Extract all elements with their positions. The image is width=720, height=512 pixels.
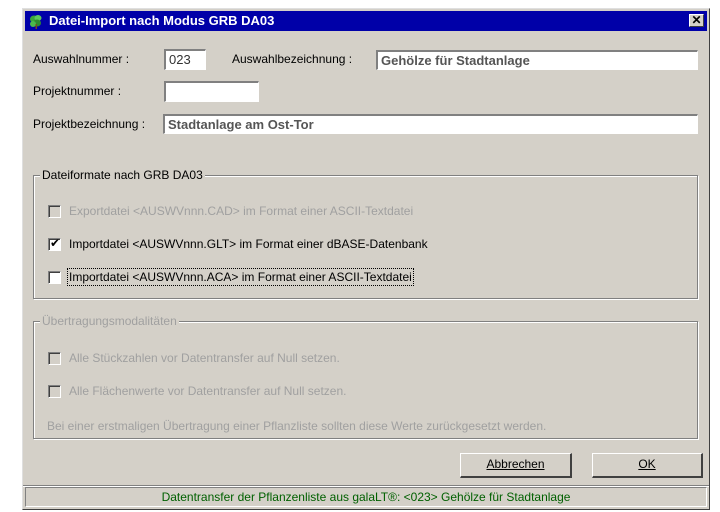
auswahlnummer-label: Auswahlnummer : (33, 52, 130, 66)
import-glt-label[interactable]: Importdatei <AUSWVnnn.GLT> im Format ein… (69, 237, 428, 251)
projektbezeichnung-label: Projektbezeichnung : (33, 117, 146, 131)
import-glt-option[interactable]: ✔ Importdatei <AUSWVnnn.GLT> im Format e… (48, 235, 428, 251)
import-aca-option[interactable]: Importdatei <AUSWVnnn.ACA> im Format ein… (48, 268, 414, 286)
cancel-button-label: Abbrechen (486, 457, 545, 471)
close-button[interactable]: ✕ (689, 14, 704, 27)
leaf-icon (30, 15, 42, 29)
title-bar[interactable]: Datei-Import nach Modus GRB DA03 ✕ (25, 11, 707, 31)
close-icon: ✕ (691, 13, 702, 27)
status-text: Datentransfer der Pflanzenliste aus gala… (161, 490, 571, 504)
reset-areas-label: Alle Flächenwerte vor Datentransfer auf … (69, 384, 347, 398)
import-aca-checkbox[interactable] (48, 270, 61, 284)
import-aca-label[interactable]: Importdatei <AUSWVnnn.ACA> im Format ein… (67, 268, 414, 286)
import-glt-checkbox[interactable]: ✔ (48, 235, 61, 251)
reset-quantities-checkbox (48, 351, 61, 365)
transfer-group-title: Übertragungsmodalitäten (40, 314, 179, 328)
reset-note: Bei einer erstmaligen Übertragung einer … (47, 419, 547, 433)
formats-group-title: Dateiformate nach GRB DA03 (40, 168, 205, 182)
cancel-button[interactable]: Abbrechen (460, 453, 572, 478)
auswahlnummer-field[interactable]: 023 (164, 49, 206, 70)
auswahlbezeichnung-field[interactable]: Gehölze für Stadtanlage (376, 50, 698, 70)
reset-areas-option: Alle Flächenwerte vor Datentransfer auf … (48, 384, 346, 398)
projektbezeichnung-field[interactable]: Stadtanlage am Ost-Tor (163, 114, 698, 134)
export-cad-checkbox (48, 204, 61, 218)
reset-quantities-option: Alle Stückzahlen vor Datentransfer auf N… (48, 351, 340, 365)
ok-button-label: OK (638, 457, 656, 471)
status-bar: Datentransfer der Pflanzenliste aus gala… (25, 487, 707, 507)
projektnummer-label: Projektnummer : (33, 84, 122, 98)
export-cad-label: Exportdatei <AUSWVnnn.CAD> im Format ein… (69, 204, 414, 218)
window-title: Datei-Import nach Modus GRB DA03 (49, 13, 275, 28)
transfer-group: Übertragungsmodalitäten Alle Stückzahlen… (33, 314, 698, 439)
projektnummer-field[interactable] (164, 81, 259, 102)
import-dialog: Datei-Import nach Modus GRB DA03 ✕ Auswa… (22, 8, 710, 510)
formats-group: Dateiformate nach GRB DA03 Exportdatei <… (33, 168, 698, 299)
reset-areas-checkbox (48, 384, 61, 398)
export-cad-option: Exportdatei <AUSWVnnn.CAD> im Format ein… (48, 204, 413, 218)
ok-button[interactable]: OK (592, 453, 703, 478)
checkmark-icon: ✔ (50, 235, 61, 250)
auswahlbezeichnung-label: Auswahlbezeichnung : (232, 52, 353, 66)
reset-quantities-label: Alle Stückzahlen vor Datentransfer auf N… (69, 351, 340, 365)
